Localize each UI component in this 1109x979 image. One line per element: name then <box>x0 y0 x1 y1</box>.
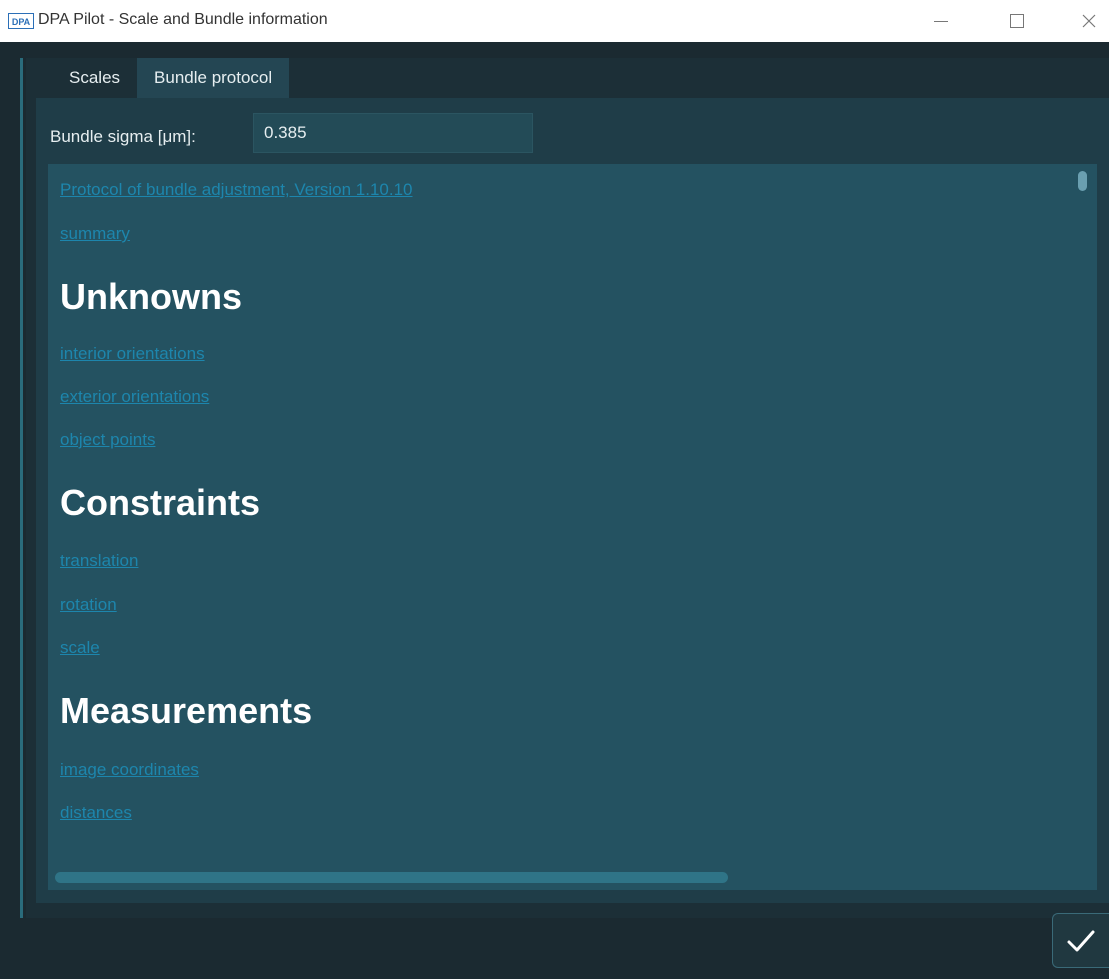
maximize-button[interactable] <box>994 0 1040 42</box>
minimize-button[interactable] <box>918 0 964 42</box>
tab-bar: Scales Bundle protocol <box>52 58 290 98</box>
vertical-scrollbar[interactable] <box>1078 171 1087 191</box>
maximize-icon <box>1010 14 1024 28</box>
link-translation[interactable]: translation <box>60 551 138 571</box>
section-heading-constraints: Constraints <box>60 482 261 523</box>
link-distances[interactable]: distances <box>60 803 132 823</box>
section-heading-measurements: Measurements <box>60 690 313 731</box>
link-interior-orientations[interactable]: interior orientations <box>60 344 205 364</box>
link-scale[interactable]: scale <box>60 638 100 658</box>
protocol-viewer[interactable]: Protocol of bundle adjustment, Version 1… <box>48 164 1097 890</box>
link-exterior-orientations[interactable]: exterior orientations <box>60 387 209 407</box>
bundle-sigma-field[interactable]: 0.385 <box>253 113 533 153</box>
minimize-icon <box>934 20 948 22</box>
summary-link[interactable]: summary <box>60 224 130 244</box>
link-image-coordinates[interactable]: image coordinates <box>60 760 199 780</box>
close-icon <box>1082 14 1096 28</box>
close-button[interactable] <box>1066 0 1109 42</box>
tab-scales[interactable]: Scales <box>52 58 137 98</box>
ok-button[interactable] <box>1052 913 1109 968</box>
horizontal-scrollbar[interactable] <box>55 872 728 883</box>
link-object-points[interactable]: object points <box>60 430 155 450</box>
app-logo-icon: DPA <box>8 13 34 29</box>
section-heading-unknowns: Unknowns <box>60 276 243 317</box>
tab-bundle-protocol[interactable]: Bundle protocol <box>137 58 290 98</box>
protocol-version-link[interactable]: Protocol of bundle adjustment, Version 1… <box>60 180 413 200</box>
left-accent-line <box>20 58 23 918</box>
window-title: DPA Pilot - Scale and Bundle information <box>38 11 328 28</box>
checkmark-icon <box>1067 930 1095 951</box>
title-bar: DPA DPA Pilot - Scale and Bundle informa… <box>0 0 1109 42</box>
link-rotation[interactable]: rotation <box>60 595 117 615</box>
bundle-sigma-label: Bundle sigma [μm]: <box>50 127 196 146</box>
